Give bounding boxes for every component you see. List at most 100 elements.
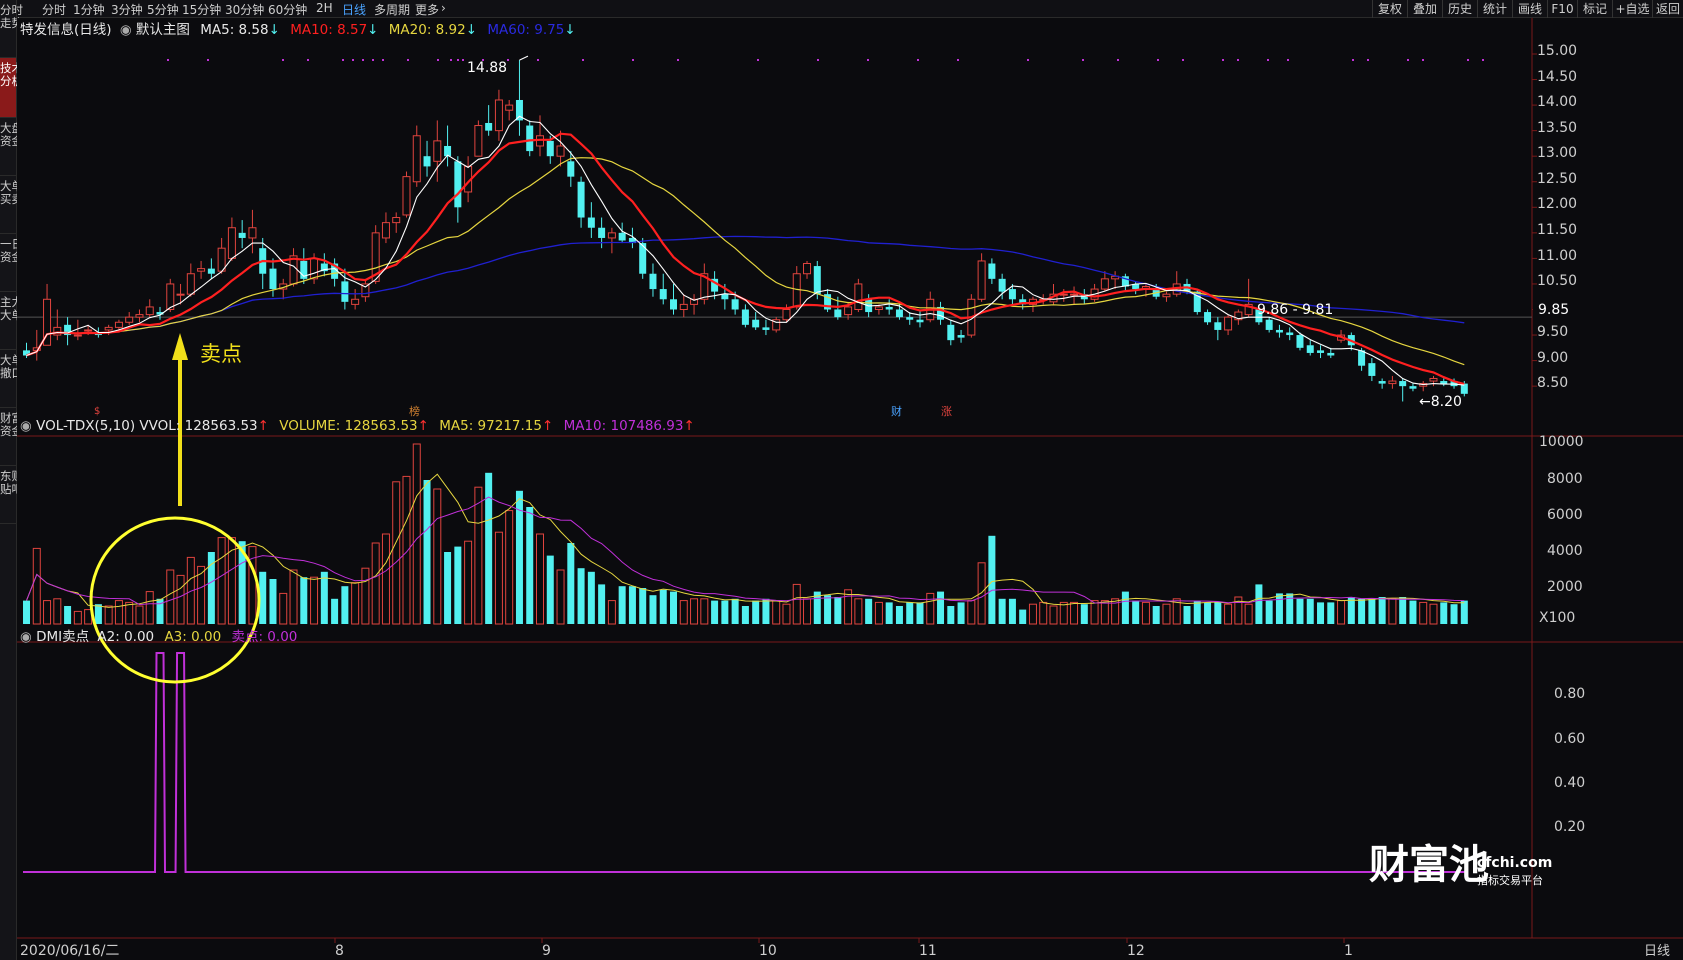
template-name[interactable]: 默认主图 <box>136 22 190 38</box>
volume-bar <box>53 598 62 625</box>
sidebar-item-fenshi[interactable]: 分时 走势 <box>0 0 23 58</box>
event-dot <box>1287 59 1289 61</box>
fuquan-button[interactable]: 复权 <box>1372 0 1407 18</box>
sidebar-item-forum[interactable]: 东财 贴吧 <box>0 466 23 524</box>
volume-bar <box>772 600 781 625</box>
volume-bar <box>1162 603 1171 625</box>
candle-body <box>731 299 739 310</box>
stats-button[interactable]: 统计 <box>1477 0 1512 18</box>
price-tick: 12.00 <box>1537 196 1577 212</box>
stock-title[interactable]: 特发信息(日线) <box>20 22 112 38</box>
event-dot <box>457 59 459 61</box>
volume-tick: 8000 <box>1547 471 1583 487</box>
sidebar-item-market-funds[interactable]: 大盘 资金 <box>0 118 23 176</box>
tab-5min[interactable]: 5分钟 <box>147 1 179 18</box>
stock-chart[interactable]: 15.00 14.50 14.00 13.50 13.00 12.50 12.0… <box>17 18 1683 960</box>
event-dot <box>382 59 384 61</box>
volume-bar <box>916 602 924 624</box>
back-button[interactable]: 返回 <box>1652 0 1683 18</box>
overlay-button[interactable]: 叠加 <box>1407 0 1442 18</box>
tab-15min[interactable]: 15分钟 <box>182 1 221 18</box>
tab-more-arrow-icon[interactable]: › <box>441 1 446 15</box>
volume-bar <box>1019 609 1027 624</box>
candle-body <box>176 293 185 296</box>
tab-more[interactable]: 更多 <box>415 1 439 18</box>
add-watchlist-button[interactable]: +自选 <box>1612 0 1652 18</box>
candle-body <box>1358 350 1366 366</box>
current-price-label: 9.85 <box>1538 302 1569 318</box>
event-marker[interactable]: $ <box>94 406 100 417</box>
tab-3min[interactable]: 3分钟 <box>111 1 143 18</box>
candle-body <box>1100 278 1109 290</box>
candle-body <box>885 306 893 310</box>
volume-bar <box>1132 600 1140 624</box>
candle-body <box>423 156 431 167</box>
candle-body <box>834 309 842 318</box>
candle-body <box>310 257 319 280</box>
volume-bar <box>494 531 503 625</box>
event-dot <box>1407 59 1409 61</box>
tab-30min[interactable]: 30分钟 <box>225 1 264 18</box>
arrow-down-icon: ↓ <box>367 22 379 38</box>
candle-body <box>670 299 678 310</box>
candle-body <box>577 181 585 218</box>
volume-bar <box>567 543 575 624</box>
candle-body <box>906 317 914 320</box>
price-tick: 8.50 <box>1537 375 1568 391</box>
event-marker[interactable]: 榜 <box>409 404 420 418</box>
volume-bar <box>464 540 473 625</box>
sidebar-item-big-orders[interactable]: 大单 买卖 <box>0 176 23 234</box>
tab-multi-period[interactable]: 多周期 <box>374 1 410 18</box>
candle-body <box>197 268 206 272</box>
volume-bar <box>607 600 616 625</box>
event-dot <box>917 59 919 61</box>
mark-button[interactable]: 标记 <box>1577 0 1612 18</box>
candle-body <box>1378 381 1386 384</box>
event-dot <box>1082 59 1084 61</box>
dmi-indicator-name[interactable]: DMI卖点 <box>36 629 89 645</box>
event-dot <box>1267 59 1269 61</box>
f10-button[interactable]: F10 <box>1547 0 1577 18</box>
sidebar-item-wealth-funds[interactable]: 财富 资金 <box>0 408 23 466</box>
history-button[interactable]: 历史 <box>1442 0 1477 18</box>
candle-body <box>1214 322 1222 330</box>
volume-indicator-name[interactable]: VOL-TDX(5,10) <box>36 418 135 434</box>
sidebar-item-main-force[interactable]: 主力 大单 <box>0 292 23 350</box>
candle-body <box>1008 289 1016 300</box>
dropdown-icon[interactable]: ◉ <box>20 418 32 434</box>
candle-body <box>505 104 514 111</box>
tab-60min[interactable]: 60分钟 <box>268 1 307 18</box>
volume-bar <box>711 600 719 624</box>
sidebar-item-tech-analysis[interactable]: 技术 分析 <box>0 58 23 118</box>
draw-button[interactable]: 画线 <box>1512 0 1547 18</box>
high-price-label: 14.88 <box>467 60 507 76</box>
candle-body <box>607 232 616 239</box>
volume-bar <box>64 606 72 624</box>
candle-body <box>567 161 575 177</box>
candle-body <box>998 278 1006 292</box>
candle-body <box>618 232 626 241</box>
sidebar-item-daily-funds[interactable]: 一日 资金 <box>0 234 23 292</box>
candle-body <box>1440 381 1448 384</box>
tab-2h[interactable]: 2H <box>316 1 333 15</box>
volume-bar <box>1450 604 1458 624</box>
dropdown-icon[interactable]: ◉ <box>20 629 32 645</box>
tab-daily[interactable]: 日线 <box>342 1 366 18</box>
template-dropdown-icon[interactable]: ◉ <box>120 22 132 38</box>
vol-ma10-value: MA10: 107486.93 <box>563 418 684 434</box>
sidebar-item-big-order-gap[interactable]: 大单 撤口 <box>0 350 23 408</box>
arrow-up-icon: ↑ <box>541 418 554 434</box>
tab-fenshi[interactable]: 分时 <box>42 1 66 18</box>
event-dot <box>582 59 584 61</box>
candle-body <box>392 217 401 224</box>
volume-tick: 4000 <box>1547 543 1583 559</box>
watermark-brand: 财富池 <box>1369 842 1489 888</box>
volume-bar <box>556 569 565 625</box>
tab-1min[interactable]: 1分钟 <box>73 1 105 18</box>
event-marker[interactable]: 涨 <box>941 405 952 418</box>
event-marker[interactable]: 财 <box>891 404 902 418</box>
volume-bar <box>331 598 339 624</box>
candle-body <box>1265 319 1273 330</box>
volume-bar <box>1049 605 1058 625</box>
price-tick: 12.50 <box>1537 171 1577 187</box>
